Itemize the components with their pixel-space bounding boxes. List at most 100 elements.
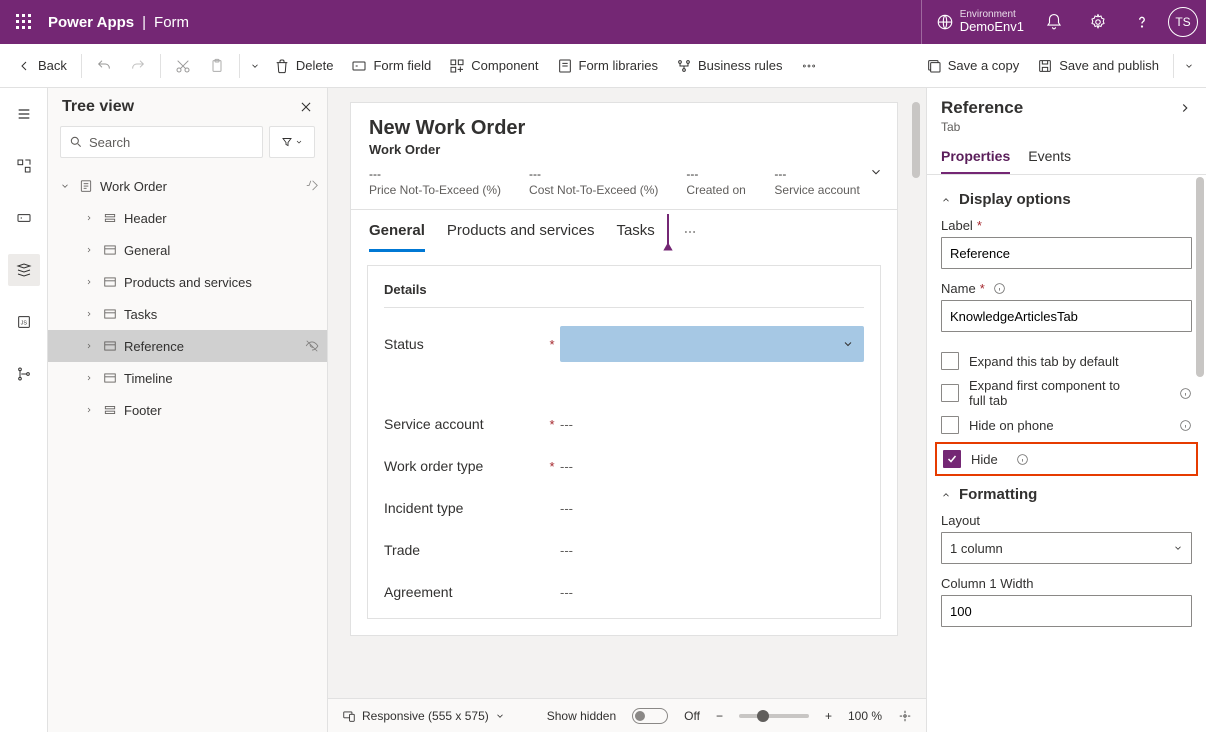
props-collapse-icon[interactable] — [1178, 101, 1192, 115]
col1-width-input[interactable] — [941, 595, 1192, 627]
props-title: Reference — [941, 98, 1023, 118]
canvas-scrollbar[interactable] — [912, 102, 920, 690]
tree-item-label: Header — [124, 211, 319, 226]
field-value: --- — [560, 585, 864, 600]
info-icon[interactable] — [1016, 453, 1029, 466]
more-actions-caret[interactable] — [246, 50, 264, 82]
show-hidden-label: Show hidden — [547, 709, 616, 723]
fit-to-screen-icon[interactable] — [898, 709, 912, 723]
prop-label: Column 1 Width — [941, 576, 1033, 591]
component-button[interactable]: Component — [441, 50, 546, 82]
form-libraries-button[interactable]: Form libraries — [549, 50, 666, 82]
form-tabs-overflow[interactable] — [677, 219, 703, 245]
zoom-percent: 100 % — [848, 709, 882, 723]
responsive-indicator[interactable]: Responsive (555 x 575) — [342, 709, 505, 723]
form-title: New Work Order — [369, 117, 879, 140]
tree-item-products[interactable]: Products and services — [48, 266, 327, 298]
help-icon[interactable] — [1120, 0, 1164, 44]
props-scrollbar[interactable] — [1196, 177, 1204, 377]
check-hide[interactable]: Hide — [943, 450, 1190, 468]
tree-item-label: Products and services — [124, 275, 319, 290]
business-rules-button[interactable]: Business rules — [668, 50, 791, 82]
undo-button[interactable] — [88, 50, 120, 82]
name-input[interactable] — [941, 300, 1192, 332]
component-label: Component — [471, 58, 538, 73]
form-tab-products[interactable]: Products and services — [447, 212, 595, 252]
field-status[interactable]: Status * — [384, 326, 864, 362]
props-tab-properties[interactable]: Properties — [941, 138, 1010, 174]
save-publish-button[interactable]: Save and publish — [1029, 50, 1167, 82]
settings-icon[interactable] — [1076, 0, 1120, 44]
rail-tree-icon[interactable] — [8, 254, 40, 286]
paste-button[interactable] — [201, 50, 233, 82]
overflow-button[interactable] — [793, 50, 825, 82]
rail-hamburger-icon[interactable] — [8, 98, 40, 130]
group-display-options[interactable]: Display options — [941, 191, 1192, 208]
form-preview[interactable]: New Work Order Work Order ---Price Not-T… — [350, 102, 898, 636]
back-button[interactable]: Back — [8, 50, 75, 82]
save-menu-caret[interactable] — [1180, 50, 1198, 82]
notifications-icon[interactable] — [1032, 0, 1076, 44]
tree-item-tasks[interactable]: Tasks — [48, 298, 327, 330]
tree-item-footer[interactable]: Footer — [48, 394, 327, 426]
stat-label: Cost Not-To-Exceed (%) — [529, 183, 658, 197]
props-tab-events[interactable]: Events — [1028, 138, 1071, 174]
entity-icon — [78, 179, 94, 193]
rail-js-icon[interactable]: JS — [8, 306, 40, 338]
label-input[interactable] — [941, 237, 1192, 269]
rail-form-field-icon[interactable] — [8, 202, 40, 234]
save-copy-button[interactable]: Save a copy — [918, 50, 1028, 82]
form-field-button[interactable]: Form field — [343, 50, 439, 82]
field-value: --- — [560, 459, 864, 474]
field-trade[interactable]: Trade--- — [384, 542, 864, 558]
environment-picker[interactable]: Environment DemoEnv1 — [921, 0, 1024, 44]
tree-root-label: Work Order — [100, 179, 299, 194]
rail-rules-icon[interactable] — [8, 358, 40, 390]
avatar-initials: TS — [1175, 15, 1190, 29]
save-copy-label: Save a copy — [948, 58, 1020, 73]
form-tab-general[interactable]: General — [369, 212, 425, 252]
form-tab-tasks[interactable]: Tasks — [616, 212, 654, 252]
zoom-out-button[interactable]: − — [716, 709, 723, 723]
info-icon[interactable] — [1179, 419, 1192, 432]
app-header: Power Apps | Form Environment DemoEnv1 T… — [0, 0, 1206, 44]
form-header-stats: ---Price Not-To-Exceed (%) ---Cost Not-T… — [351, 157, 897, 209]
show-hidden-toggle[interactable] — [632, 708, 668, 724]
redo-button[interactable] — [122, 50, 154, 82]
user-avatar[interactable]: TS — [1168, 7, 1198, 37]
tree-root[interactable]: Work Order — [48, 170, 327, 202]
back-label: Back — [38, 58, 67, 73]
status-dropdown[interactable] — [560, 326, 864, 362]
layout-select[interactable]: 1 column — [941, 532, 1192, 564]
zoom-slider[interactable] — [739, 714, 809, 718]
field-service-account[interactable]: Service account*--- — [384, 416, 864, 432]
delete-button[interactable]: Delete — [266, 50, 342, 82]
rail-components-icon[interactable] — [8, 150, 40, 182]
field-incident-type[interactable]: Incident type--- — [384, 500, 864, 516]
field-agreement[interactable]: Agreement--- — [384, 584, 864, 600]
waffle-icon[interactable] — [8, 6, 40, 38]
tree-filter-button[interactable] — [269, 126, 315, 158]
zoom-in-button[interactable]: + — [825, 709, 832, 723]
tree-item-header[interactable]: Header — [48, 202, 327, 234]
field-work-order-type[interactable]: Work order type*--- — [384, 458, 864, 474]
check-hide-phone[interactable]: Hide on phone — [941, 416, 1192, 434]
tree-item-general[interactable]: General — [48, 234, 327, 266]
info-icon[interactable] — [1179, 387, 1192, 400]
tree-close-icon[interactable] — [299, 100, 313, 114]
group-formatting[interactable]: Formatting — [941, 486, 1192, 503]
info-icon[interactable] — [993, 282, 1006, 295]
tree-search-input[interactable]: Search — [60, 126, 263, 158]
check-expand-default[interactable]: Expand this tab by default — [941, 352, 1192, 370]
check-expand-first[interactable]: Expand first component to full tab — [941, 378, 1192, 408]
prop-label: Label — [941, 218, 973, 233]
cut-button[interactable] — [167, 50, 199, 82]
tree-list: Work Order Header General Products and s… — [48, 166, 327, 732]
section-details[interactable]: Details Status * Service account*--- Wor… — [367, 265, 881, 619]
header-expand-icon[interactable] — [869, 165, 883, 179]
tree-item-timeline[interactable]: Timeline — [48, 362, 327, 394]
tree-item-reference[interactable]: Reference — [48, 330, 327, 362]
check-label: Hide — [971, 452, 998, 467]
tree-root-action-icon[interactable] — [305, 179, 319, 193]
form-field-label: Form field — [373, 58, 431, 73]
